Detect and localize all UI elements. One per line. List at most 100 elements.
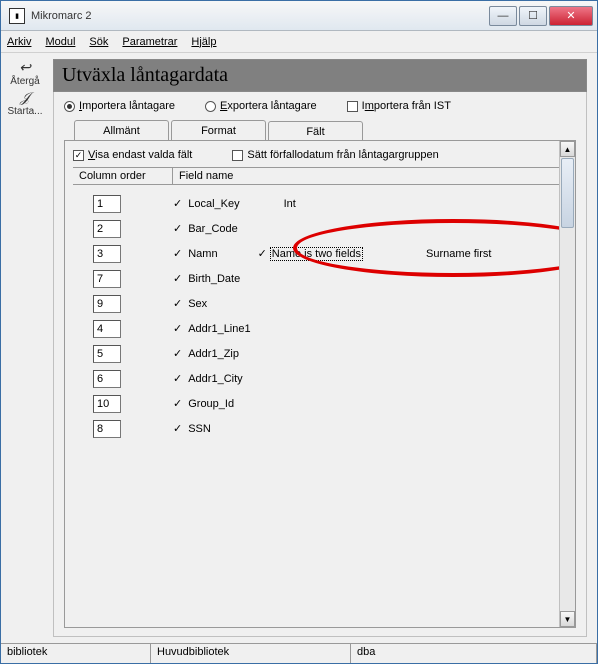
grid-header: Column order Field name [73,167,567,185]
table-row: ✓Addr1_Line1 [73,316,567,341]
status-cell-1: bibliotek [1,644,151,663]
checkbox-icon: ✓ [173,422,182,435]
scroll-down-button[interactable]: ▼ [560,611,575,627]
field-checkbox[interactable]: ✓ SSN [173,422,211,435]
menu-sok[interactable]: Sök [89,36,108,48]
menu-modul[interactable]: Modul [45,36,75,48]
table-row: ✓Local_Key Int [73,191,567,216]
statusbar: bibliotek Huvudbibliotek dba [1,643,597,663]
extra-checkbox[interactable]: ✓ Name is two fields [258,247,362,260]
col-fieldname-header[interactable]: Field name [173,168,567,184]
radio-export[interactable]: Exportera låntagare [205,100,317,112]
checkbox-icon: ✓ [173,272,182,285]
toolbar-start[interactable]: 𝒥 Starta... [7,89,42,117]
minimize-button[interactable]: — [489,6,517,26]
titlebar[interactable]: ▮ Mikromarc 2 — ☐ ✕ [1,1,597,31]
radio-export-label: xportera låntagare [227,100,316,112]
order-input[interactable] [93,370,121,388]
order-input[interactable] [93,395,121,413]
field-name-label: SSN [188,423,211,435]
checkbox-icon [347,101,358,112]
scroll-thumb[interactable] [561,158,574,228]
extra-checkbox[interactable]: Int [280,198,296,210]
status-cell-2: Huvudbibliotek [151,644,351,663]
checkbox-icon: ✓ [173,222,182,235]
field-name-label: Local_Key [188,198,239,210]
radio-import[interactable]: Importera låntagare [64,100,175,112]
status-cell-3: dba [351,644,597,663]
tab-falt[interactable]: Fält [268,121,363,141]
extra-label: Surname first [426,248,491,260]
satt-forfallo-label: Sätt förfallodatum från låntagargruppen [247,149,438,161]
extra-label: Int [284,198,296,210]
checkbox-icon: ✓ [173,347,182,360]
back-arrow-icon: ↩ [10,59,39,76]
menu-arkiv[interactable]: Arkiv [7,36,31,48]
scroll-up-button[interactable]: ▲ [560,141,575,157]
table-row: ✓Group_Id [73,391,567,416]
tab-format[interactable]: Format [171,120,266,140]
col-order-header[interactable]: Column order [73,168,173,184]
checkbox-ist-label: portera från IST [374,100,451,112]
options-row: ✓ Visa endast valda fält Sätt förfalloda… [73,149,567,161]
tab-allmant[interactable]: Allmänt [74,120,169,140]
extra-checkbox[interactable]: Surname first [422,248,491,260]
order-input[interactable] [93,420,121,438]
toolbar-back[interactable]: ↩ Återgå [10,59,39,87]
checkbox-visa-valda[interactable]: ✓ Visa endast valda fält [73,149,192,161]
visa-valda-label: isa endast valda fält [95,149,192,161]
table-row: ✓Addr1_City [73,366,567,391]
checkbox-ist[interactable]: Importera från IST [347,100,451,112]
field-name-label: Namn [188,248,217,260]
field-name-label: Sex [188,298,207,310]
field-checkbox[interactable]: ✓Local_Key [173,197,240,210]
checkbox-icon [232,150,243,161]
menu-parametrar[interactable]: Parametrar [122,36,177,48]
order-input[interactable] [93,295,121,313]
radio-import-label: mportera låntagare [82,100,175,112]
app-icon: ▮ [9,8,25,24]
field-checkbox[interactable]: ✓ Bar_Code [173,222,238,235]
pencil-icon: 𝒥 [7,89,42,106]
field-name-label: Addr1_Zip [188,348,239,360]
field-checkbox[interactable]: ✓Group_Id [173,397,234,410]
table-row: ✓ Bar_Code [73,216,567,241]
field-checkbox[interactable]: ✓ Sex [173,297,207,310]
table-row: ✓ Birth_Date [73,266,567,291]
page-title: Utväxla låntagardata [53,59,587,92]
toolbar-start-label: Starta... [7,106,42,117]
checkbox-icon: ✓ [173,297,182,310]
table-row: ✓ Sex [73,291,567,316]
tabs: Allmänt Format Fält [74,120,576,140]
field-name-label: Birth_Date [188,273,240,285]
field-checkbox[interactable]: ✓Addr1_City [173,372,243,385]
maximize-button[interactable]: ☐ [519,6,547,26]
checkbox-icon: ✓ [73,150,84,161]
window-controls: — ☐ ✕ [487,6,593,26]
order-input[interactable] [93,220,121,238]
table-row: ✓ Addr1_Zip [73,341,567,366]
close-button[interactable]: ✕ [549,6,593,26]
menu-hjalp[interactable]: Hjälp [191,36,216,48]
checkbox-icon: ✓ [258,247,267,260]
field-checkbox[interactable]: ✓Addr1_Line1 [173,322,251,335]
field-name-label: Bar_Code [188,223,238,235]
checkbox-satt-forfallo[interactable]: Sätt förfallodatum från låntagargruppen [232,149,438,161]
app-window: ▮ Mikromarc 2 — ☐ ✕ Arkiv Modul Sök Para… [0,0,598,664]
order-input[interactable] [93,345,121,363]
field-checkbox[interactable]: ✓Namn [173,247,218,260]
checkbox-icon: ✓ [173,322,182,335]
extra-label: Name is two fields [271,248,362,260]
field-checkbox[interactable]: ✓ Birth_Date [173,272,240,285]
order-input[interactable] [93,195,121,213]
toolbar-back-label: Återgå [10,76,39,87]
mode-radio-row: Importera låntagare Exportera låntagare … [64,100,576,112]
field-checkbox[interactable]: ✓ Addr1_Zip [173,347,239,360]
checkbox-icon: ✓ [173,372,182,385]
order-input[interactable] [93,320,121,338]
order-input[interactable] [93,270,121,288]
order-input[interactable] [93,245,121,263]
radio-icon [64,101,75,112]
left-toolbar: ↩ Återgå 𝒥 Starta... [1,53,49,643]
vertical-scrollbar[interactable]: ▲ ▼ [559,141,575,627]
